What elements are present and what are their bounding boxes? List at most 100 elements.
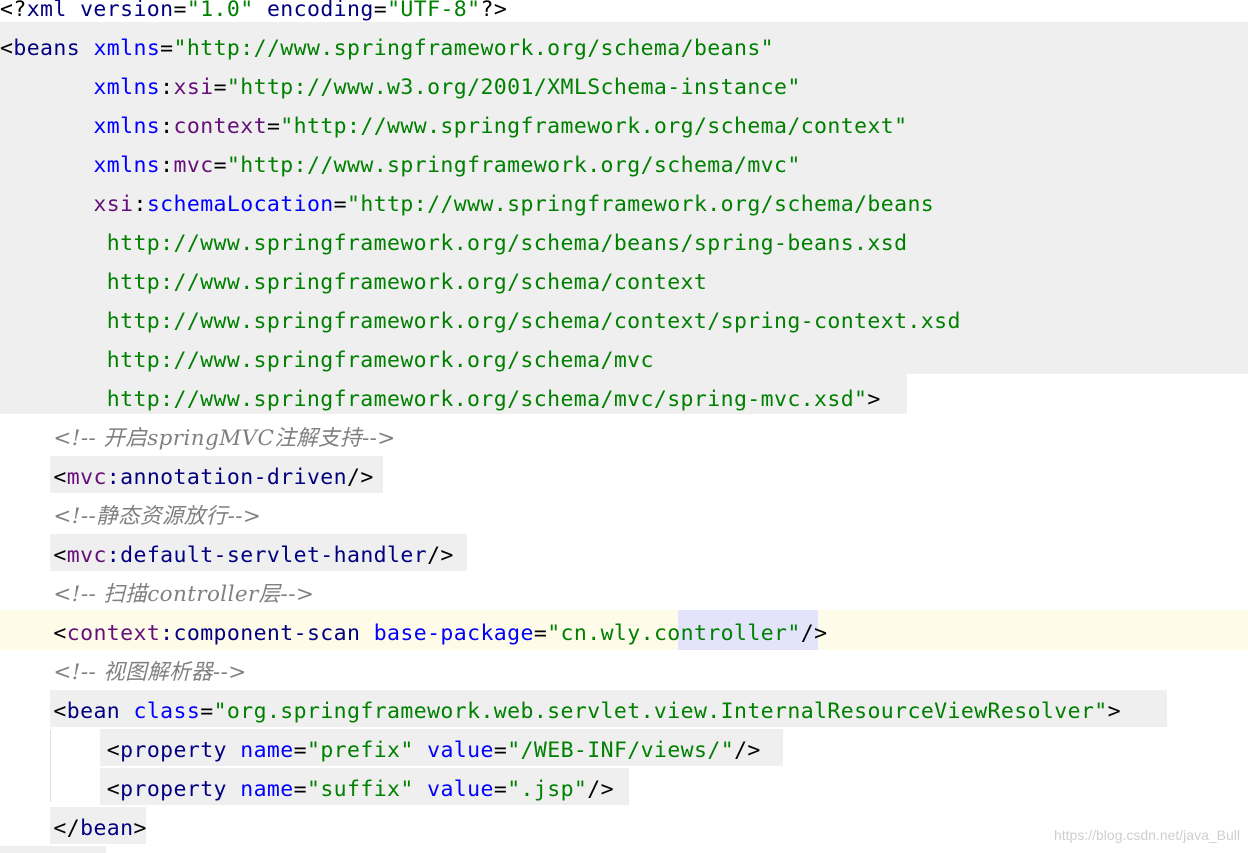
code-line-3[interactable]: xmlns:xsi="http://www.w3.org/2001/XMLSch… <box>0 68 801 107</box>
code-token: <!-- 扫描controller层--> <box>53 582 315 607</box>
code-line-22[interactable]: </bean> <box>0 809 147 848</box>
code-token: schemaLocation <box>146 192 334 217</box>
code-line-15[interactable]: <mvc:default-servlet-handler/> <box>0 536 454 575</box>
code-line-9[interactable]: http://www.springframework.org/schema/co… <box>0 302 961 341</box>
code-token: < <box>106 777 121 802</box>
code-token: = <box>533 621 548 646</box>
code-token: = <box>266 114 281 139</box>
code-token: = <box>213 75 227 100</box>
code-token: base-package <box>373 621 534 646</box>
code-token: < <box>53 621 67 646</box>
code-token: < <box>53 465 67 490</box>
code-line-12[interactable]: <!-- 开启springMVC注解支持--> <box>0 419 396 458</box>
watermark: https://blog.csdn.net/java_Bull <box>1053 827 1240 843</box>
code-token: = <box>200 699 214 724</box>
code-token: : <box>133 192 147 217</box>
code-token: < <box>106 738 121 763</box>
code-token: = <box>333 192 348 217</box>
code-token: mvc <box>173 153 214 178</box>
code-token: < <box>53 543 67 568</box>
code-token: /> <box>427 543 454 568</box>
code-token: property <box>120 777 241 802</box>
code-line-7[interactable]: http://www.springframework.org/schema/be… <box>0 224 907 263</box>
code-token: <!-- 视图解析器--> <box>53 660 247 685</box>
code-token: xmlns <box>93 153 161 178</box>
code-editor[interactable]: <?xml version="1.0" encoding="UTF-8"?> <b… <box>0 0 1248 853</box>
code-line-10[interactable]: http://www.springframework.org/schema/mv… <box>0 341 654 380</box>
code-token: :annotation-driven <box>106 465 347 490</box>
code-token: class <box>133 699 201 724</box>
code-token: context <box>173 114 267 139</box>
code-line-17[interactable]: <context:component-scan base-package="cn… <box>0 614 827 653</box>
code-token: http://www.springframework.org/schema/mv… <box>106 348 654 373</box>
code-token: = <box>493 738 508 763</box>
code-token: http://www.springframework.org/schema/be… <box>106 231 908 256</box>
code-token: http://www.springframework.org/schema/co… <box>106 309 961 334</box>
code-token: "http://www.springframework.org/schema/c… <box>280 114 908 139</box>
code-line-18[interactable]: <!-- 视图解析器--> <box>0 653 247 692</box>
code-token: "cn.wly.controller" <box>547 621 801 646</box>
code-token: /> <box>734 738 761 763</box>
code-token: "1.0" <box>186 0 254 22</box>
code-token: "UTF-8" <box>387 0 481 22</box>
code-token: > <box>1107 699 1121 724</box>
code-line-16[interactable]: <!-- 扫描controller层--> <box>0 575 314 614</box>
code-token: "org.springframework.web.servlet.view.In… <box>213 699 1108 724</box>
code-token: context <box>66 621 161 646</box>
code-line-14[interactable]: <!--静态资源放行--> <box>0 497 261 536</box>
code-token: value <box>427 777 494 802</box>
code-token: = <box>293 777 307 802</box>
code-token: bean <box>80 816 134 841</box>
code-line-13[interactable]: <mvc:annotation-driven/> <box>0 458 374 497</box>
code-token: < <box>0 36 14 61</box>
code-token: xmlns <box>93 36 161 61</box>
code-token: ".jsp" <box>507 777 588 802</box>
code-token: property <box>120 738 241 763</box>
code-token: xmlns <box>93 114 161 139</box>
code-line-8[interactable]: http://www.springframework.org/schema/co… <box>0 263 707 302</box>
code-token: bean <box>66 699 134 724</box>
code-line-21[interactable]: <property name="suffix" value=".jsp"/> <box>0 770 614 809</box>
code-token: ?> <box>480 0 508 22</box>
code-token: /> <box>347 465 374 490</box>
code-token: name <box>240 777 294 802</box>
code-token: <!-- 开启springMVC注解支持--> <box>53 426 396 451</box>
code-line-20[interactable]: <property name="prefix" value="/WEB-INF/… <box>0 731 761 770</box>
code-token: :default-servlet-handler <box>106 543 428 568</box>
code-token: xsi <box>93 192 134 217</box>
code-line-19[interactable]: <bean class="org.springframework.web.ser… <box>0 692 1121 731</box>
code-line-5[interactable]: xmlns:mvc="http://www.springframework.or… <box>0 146 801 185</box>
code-line-6[interactable]: xsi:schemaLocation="http://www.springfra… <box>0 185 934 224</box>
code-token: = <box>493 777 508 802</box>
code-token: : <box>160 153 174 178</box>
code-line-2[interactable]: <beans xmlns="http://www.springframework… <box>0 29 774 68</box>
code-token: name <box>240 738 294 763</box>
code-token: = <box>160 36 174 61</box>
code-line-11[interactable]: http://www.springframework.org/schema/mv… <box>0 380 881 419</box>
code-token: : <box>160 75 174 100</box>
code-token: mvc <box>66 543 107 568</box>
code-token: < <box>53 699 67 724</box>
code-line-4[interactable]: xmlns:context="http://www.springframewor… <box>0 107 907 146</box>
code-line-1[interactable]: <?xml version="1.0" encoding="UTF-8"?> <box>0 0 507 29</box>
code-token: value <box>427 738 494 763</box>
code-token: beans <box>13 36 94 61</box>
